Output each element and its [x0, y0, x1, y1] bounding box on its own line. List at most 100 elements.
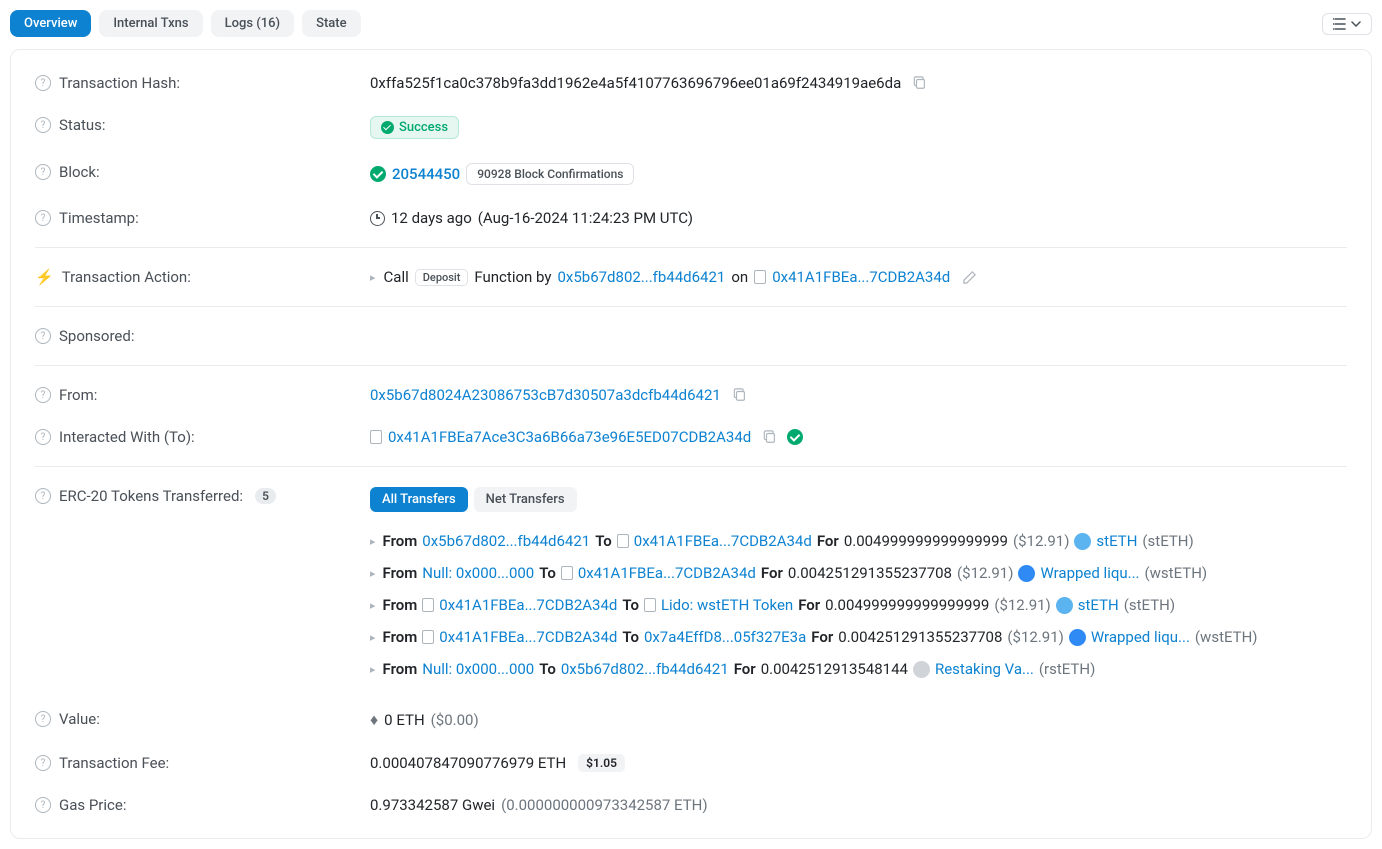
help-icon[interactable]: ?: [35, 75, 51, 91]
token-symbol: (stETH): [1142, 532, 1193, 550]
word-for: For: [798, 596, 820, 614]
tabs-bar: Overview Internal Txns Logs (16) State: [10, 10, 1372, 37]
value-usd: ($0.00): [431, 711, 479, 729]
block-link[interactable]: 20544450: [392, 165, 460, 183]
help-icon[interactable]: ?: [35, 387, 51, 403]
word-from: From: [383, 596, 418, 614]
token-icon: [1069, 629, 1086, 646]
token-link[interactable]: stETH: [1096, 532, 1137, 550]
help-icon[interactable]: ?: [35, 429, 51, 445]
token-icon: [1018, 565, 1035, 582]
transfer-from[interactable]: 0x41A1FBEa...7CDB2A34d: [439, 596, 617, 614]
contract-icon: [370, 430, 382, 444]
function-badge: Deposit: [415, 269, 469, 286]
word-to: To: [595, 532, 612, 550]
confirmations-badge: 90928 Block Confirmations: [466, 163, 634, 185]
chevron-right-icon: ▸: [370, 599, 376, 612]
copy-icon[interactable]: [733, 388, 747, 402]
to-address[interactable]: 0x41A1FBEa7Ace3C3a6B66a73e96E5ED07CDB2A3…: [388, 428, 751, 446]
view-menu-button[interactable]: [1322, 13, 1372, 35]
row-value: ?Value: ♦ 0 ETH ($0.00): [35, 698, 1347, 742]
chevron-right-icon: ▸: [370, 535, 376, 548]
ethereum-icon: ♦: [370, 710, 378, 730]
help-icon[interactable]: ?: [35, 164, 51, 180]
transfer-from[interactable]: 0x41A1FBEa...7CDB2A34d: [439, 628, 617, 646]
chevron-down-icon: [1351, 21, 1361, 27]
transfer-to[interactable]: 0x41A1FBEa...7CDB2A34d: [578, 564, 756, 582]
help-icon[interactable]: ?: [35, 488, 51, 504]
word-to: To: [539, 660, 556, 678]
transfer-to[interactable]: Lido: wstETH Token: [661, 596, 793, 614]
transfer-row: ▸ From0x5b67d802...fb44d6421 To 0x41A1FBEa.…: [370, 532, 1258, 550]
pencil-icon[interactable]: [962, 270, 977, 285]
label-timestamp: Timestamp:: [59, 209, 139, 227]
transfer-amount: 0.004999999999999999: [825, 596, 989, 614]
transfer-from[interactable]: Null: 0x000...000: [422, 564, 534, 582]
token-link[interactable]: Wrapped liqu...: [1040, 564, 1139, 582]
word-to: To: [539, 564, 556, 582]
tab-net-transfers[interactable]: Net Transfers: [474, 487, 577, 512]
transfer-to[interactable]: 0x5b67d802...fb44d6421: [561, 660, 729, 678]
chevron-right-icon: ▸: [370, 631, 376, 644]
token-symbol: (rstETH): [1039, 660, 1095, 678]
tab-internal-txns[interactable]: Internal Txns: [99, 10, 202, 37]
fee-usd-badge: $1.05: [578, 754, 625, 772]
label-erc20: ERC-20 Tokens Transferred:: [59, 487, 243, 505]
action-address-to[interactable]: 0x41A1FBEa...7CDB2A34d: [772, 268, 950, 286]
token-link[interactable]: Wrapped liqu...: [1091, 628, 1190, 646]
row-to: ? Interacted With (To): 0x41A1FBEa7Ace3C3…: [35, 416, 1347, 458]
row-from: ?From: 0x5b67d8024A23086753cB7d30507a3dc…: [35, 365, 1347, 416]
transfer-amount: 0.004251291355237708: [788, 564, 952, 582]
token-icon: [913, 661, 930, 678]
help-icon[interactable]: ?: [35, 328, 51, 344]
help-icon[interactable]: ?: [35, 711, 51, 727]
transfer-amount: 0.004999999999999999: [844, 532, 1008, 550]
tab-logs[interactable]: Logs (16): [211, 10, 295, 37]
label-block: Block:: [59, 163, 100, 181]
gas-gwei: 0.973342587 Gwei: [370, 796, 495, 814]
contract-icon: [617, 534, 629, 548]
token-symbol: (wstETH): [1145, 564, 1208, 582]
token-link[interactable]: Restaking Va...: [935, 660, 1034, 678]
transfer-from[interactable]: Null: 0x000...000: [422, 660, 534, 678]
fee-eth: 0.000407847090776979 ETH: [370, 754, 566, 772]
transfer-to[interactable]: 0x7a4EffD8...05f327E3a: [644, 628, 806, 646]
verified-icon: [787, 429, 803, 445]
copy-icon[interactable]: [763, 430, 777, 444]
help-icon[interactable]: ?: [35, 755, 51, 771]
word-for: For: [811, 628, 833, 646]
tab-all-transfers[interactable]: All Transfers: [370, 487, 468, 512]
word-for: For: [734, 660, 756, 678]
word-to: To: [622, 628, 639, 646]
transaction-card: ?Transaction Hash: 0xffa525f1ca0c378b9fa…: [10, 49, 1372, 839]
transfer-usd: ($12.91): [1007, 628, 1063, 646]
transaction-hash: 0xffa525f1ca0c378b9fa3dd1962e4a5f4107763…: [370, 74, 901, 92]
row-erc20: ? ERC-20 Tokens Transferred: 5 All Transfe…: [35, 466, 1347, 690]
row-gas: ? Gas Price: 0.973342587 Gwei (0.00000000…: [35, 784, 1347, 826]
row-timestamp: ?Timestamp: 12 days ago (Aug-16-2024 11:…: [35, 197, 1347, 239]
tab-state[interactable]: State: [302, 10, 361, 37]
word-for: For: [761, 564, 783, 582]
label-gas: Gas Price:: [59, 796, 126, 814]
label-to: Interacted With (To):: [59, 428, 195, 446]
token-icon: [1056, 597, 1073, 614]
transfer-to[interactable]: 0x41A1FBEa...7CDB2A34d: [634, 532, 812, 550]
token-link[interactable]: stETH: [1078, 596, 1119, 614]
copy-icon[interactable]: [913, 76, 927, 90]
help-icon[interactable]: ?: [35, 117, 51, 133]
help-icon[interactable]: ?: [35, 797, 51, 813]
help-icon[interactable]: ?: [35, 210, 51, 226]
transfer-from[interactable]: 0x5b67d802...fb44d6421: [422, 532, 590, 550]
action-address-from[interactable]: 0x5b67d802...fb44d6421: [557, 268, 725, 286]
contract-icon: [644, 598, 656, 612]
word-to: To: [622, 596, 639, 614]
gas-eth: (0.000000000973342587 ETH): [501, 796, 708, 814]
row-block: ? Block: 20544450 90928 Block Confirmatio…: [35, 151, 1347, 197]
check-icon: [381, 121, 394, 134]
word-from: From: [383, 532, 418, 550]
tab-overview[interactable]: Overview: [10, 10, 91, 37]
transfer-tabs: All Transfers Net Transfers: [370, 487, 577, 512]
transfer-count-badge: 5: [255, 488, 276, 504]
status-badge: Success: [370, 116, 459, 139]
from-address[interactable]: 0x5b67d8024A23086753cB7d30507a3dcfb44d64…: [370, 386, 721, 404]
